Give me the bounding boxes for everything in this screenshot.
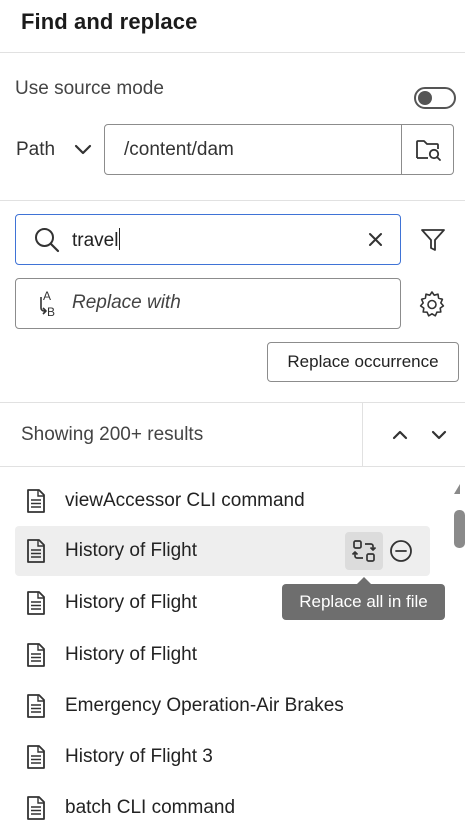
scrollbar-thumb[interactable] [454, 510, 465, 548]
chevron-down-icon[interactable] [73, 140, 93, 160]
folder-search-icon [415, 139, 441, 161]
document-icon [27, 796, 45, 820]
source-mode-toggle[interactable] [414, 87, 456, 109]
replace-in-file-icon [352, 540, 376, 562]
panel-title: Find and replace [21, 9, 198, 34]
tooltip: Replace all in file [282, 584, 445, 620]
list-item[interactable]: Emergency Operation-Air Brakes [15, 681, 430, 731]
gear-icon[interactable] [418, 290, 446, 318]
list-item-label: History of Flight [65, 644, 197, 665]
close-icon[interactable] [367, 231, 384, 248]
list-item[interactable]: History of Flight 3 [15, 732, 430, 782]
replace-input[interactable]: Replace with [72, 292, 181, 314]
search-icon [35, 228, 60, 253]
replace-field[interactable]: A B Replace with [15, 278, 401, 329]
filter-icon[interactable] [420, 227, 446, 253]
scrollbar[interactable] [452, 480, 465, 833]
chevron-down-icon[interactable] [429, 425, 449, 445]
scroll-up-arrow[interactable] [454, 484, 460, 494]
tooltip-arrow [357, 577, 371, 584]
replace-in-file-button[interactable] [345, 532, 383, 570]
section-divider [0, 200, 465, 201]
results-bar: Showing 200+ results [0, 403, 465, 467]
list-item-label: History of Flight [65, 592, 197, 613]
path-label: Path [16, 139, 56, 160]
panel-header: Find and replace [0, 0, 465, 53]
remove-circle-icon[interactable] [389, 539, 413, 563]
path-value[interactable]: /content/dam [124, 139, 234, 161]
source-mode-label: Use source mode [15, 78, 164, 99]
search-input-value: travel [72, 230, 119, 251]
list-item-label: Emergency Operation-Air Brakes [65, 695, 344, 716]
results-summary: Showing 200+ results [21, 424, 204, 445]
document-icon [27, 745, 45, 769]
path-field[interactable]: /content/dam [104, 124, 454, 175]
search-field[interactable]: travel [15, 214, 401, 265]
list-item[interactable]: History of Flight [15, 630, 430, 680]
list-item-label: viewAccessor CLI command [65, 490, 305, 511]
document-icon [27, 643, 45, 667]
toggle-knob [418, 91, 432, 105]
svg-text:A: A [43, 289, 51, 303]
list-item-label: History of Flight 3 [65, 746, 213, 767]
document-icon [27, 539, 45, 563]
results-separator [362, 403, 363, 467]
svg-text:B: B [47, 305, 55, 319]
list-item-label: batch CLI command [65, 797, 236, 818]
document-icon [27, 694, 45, 718]
list-item[interactable]: batch CLI command [15, 783, 430, 833]
text-caret [119, 228, 121, 250]
list-item-selected[interactable]: History of Flight [15, 526, 430, 576]
search-input[interactable]: travel [72, 228, 121, 252]
document-icon [27, 489, 45, 513]
document-icon [27, 591, 45, 615]
list-item-label: History of Flight [65, 540, 197, 561]
path-browse-button[interactable] [401, 125, 453, 174]
replace-occurrence-button[interactable]: Replace occurrence [267, 342, 459, 382]
replace-ab-icon: A B [40, 289, 55, 319]
chevron-up-icon[interactable] [390, 425, 410, 445]
list-item[interactable]: viewAccessor CLI command [15, 476, 430, 526]
